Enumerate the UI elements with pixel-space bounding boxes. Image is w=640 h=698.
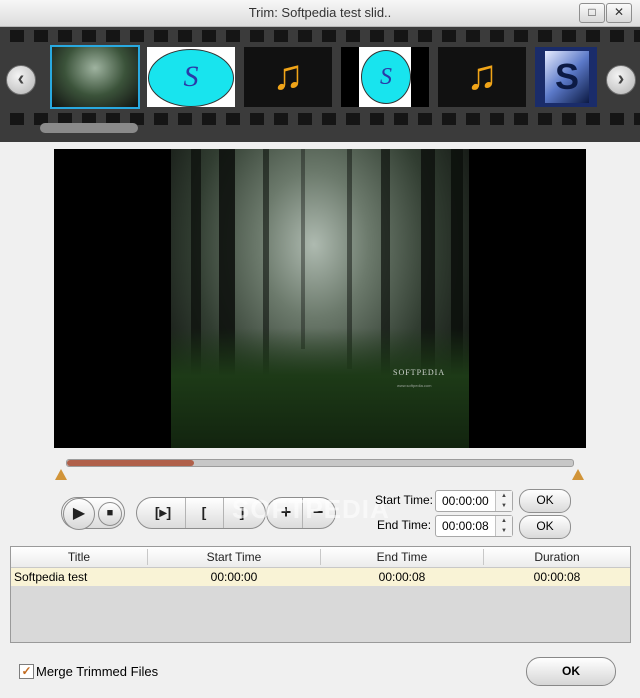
bracket-left-icon: [	[201, 504, 207, 520]
filmstrip: ‹ › S ♫ S ♫ S	[0, 27, 640, 142]
end-time-spinner[interactable]: 00:00:08 ▲ ▼	[435, 515, 513, 537]
video-preview: SOFTPEDIA www.softpedia.com	[54, 149, 586, 448]
softpedia-s-logo-icon: S	[545, 51, 589, 103]
thumbnail-logo-3[interactable]: S	[535, 47, 597, 107]
cell-start-time: 00:00:00	[210, 570, 258, 584]
cell-end-time: 00:00:08	[378, 570, 426, 584]
segments-table: Title Start Time End Time Duration Softp…	[10, 546, 631, 643]
ok-button[interactable]: OK	[526, 657, 616, 686]
end-time-value: 00:00:08	[442, 519, 489, 533]
column-header-start-time[interactable]: Start Time	[148, 550, 320, 564]
play-button[interactable]: ▶	[63, 498, 95, 530]
film-perforation-top	[0, 30, 640, 42]
close-button[interactable]: ✕	[606, 3, 632, 23]
thumbnail-music-1[interactable]: ♫	[244, 47, 332, 107]
chevron-left-icon: ‹	[17, 68, 25, 90]
checkmark-icon: ✓	[21, 664, 32, 678]
spin-up-icon[interactable]: ▲	[495, 491, 512, 501]
spin-down-icon[interactable]: ▼	[495, 501, 512, 511]
thumbnail-forest[interactable]	[50, 45, 140, 109]
column-header-end-time[interactable]: End Time	[321, 550, 483, 564]
title-bar: Trim: Softpedia test slid.. □ ✕	[0, 0, 640, 27]
mark-in-button[interactable]: [	[185, 498, 222, 528]
start-time-value: 00:00:00	[442, 494, 489, 508]
start-time-label: Start Time:	[375, 493, 434, 507]
thumbnail-logo-1[interactable]: S	[147, 47, 235, 107]
mark-play-icon: [▸]	[154, 504, 172, 520]
end-time-label: End Time:	[377, 518, 432, 532]
seek-bar[interactable]	[66, 459, 574, 467]
thumbnail-music-2[interactable]: ♫	[438, 47, 526, 107]
minimize-button[interactable]: □	[579, 3, 605, 23]
table-row[interactable]: Softpedia test 00:00:00 00:00:08 00:00:0…	[11, 568, 630, 586]
merge-trimmed-checkbox[interactable]: ✓	[19, 664, 34, 679]
forest-thumbnail-image	[52, 47, 138, 107]
chevron-right-icon: ›	[617, 68, 625, 90]
mark-play-button[interactable]: [▸]	[143, 498, 183, 528]
end-time-ok-button[interactable]: OK	[519, 515, 571, 539]
window-title: Trim: Softpedia test slid..	[248, 5, 392, 20]
softpedia-watermark: SOFTPEDIA	[232, 494, 390, 524]
softpedia-logo-icon: S	[361, 50, 411, 104]
cell-duration: 00:00:08	[533, 570, 581, 584]
column-header-title[interactable]: Title	[11, 550, 147, 564]
thumbnail-logo-2[interactable]: S	[341, 47, 429, 107]
cell-title: Softpedia test	[14, 570, 88, 584]
column-header-duration[interactable]: Duration	[484, 550, 630, 564]
spin-down-icon[interactable]: ▼	[495, 526, 512, 536]
filmstrip-next-button[interactable]: ›	[606, 65, 636, 95]
preview-image: SOFTPEDIA www.softpedia.com	[171, 149, 469, 448]
merge-trimmed-label[interactable]: Merge Trimmed Files	[36, 664, 158, 679]
play-icon: ▶	[72, 505, 86, 522]
spin-up-icon[interactable]: ▲	[495, 516, 512, 526]
trim-end-marker[interactable]	[572, 469, 584, 480]
stop-button[interactable]: ■	[98, 502, 122, 526]
trim-start-marker[interactable]	[55, 469, 67, 480]
preview-watermark-url: www.softpedia.com	[397, 383, 432, 388]
stop-icon: ■	[106, 507, 114, 519]
music-note-icon: ♫	[466, 51, 498, 98]
preview-watermark: SOFTPEDIA	[393, 368, 446, 377]
start-time-spinner[interactable]: 00:00:00 ▲ ▼	[435, 490, 513, 512]
softpedia-logo-icon: S	[148, 49, 234, 107]
filmstrip-prev-button[interactable]: ‹	[6, 65, 36, 95]
seek-bar-progress	[67, 460, 194, 466]
start-time-ok-button[interactable]: OK	[519, 489, 571, 513]
filmstrip-scrollbar[interactable]	[40, 123, 138, 133]
music-note-icon: ♫	[272, 51, 304, 98]
table-header: Title Start Time End Time Duration	[11, 547, 630, 568]
